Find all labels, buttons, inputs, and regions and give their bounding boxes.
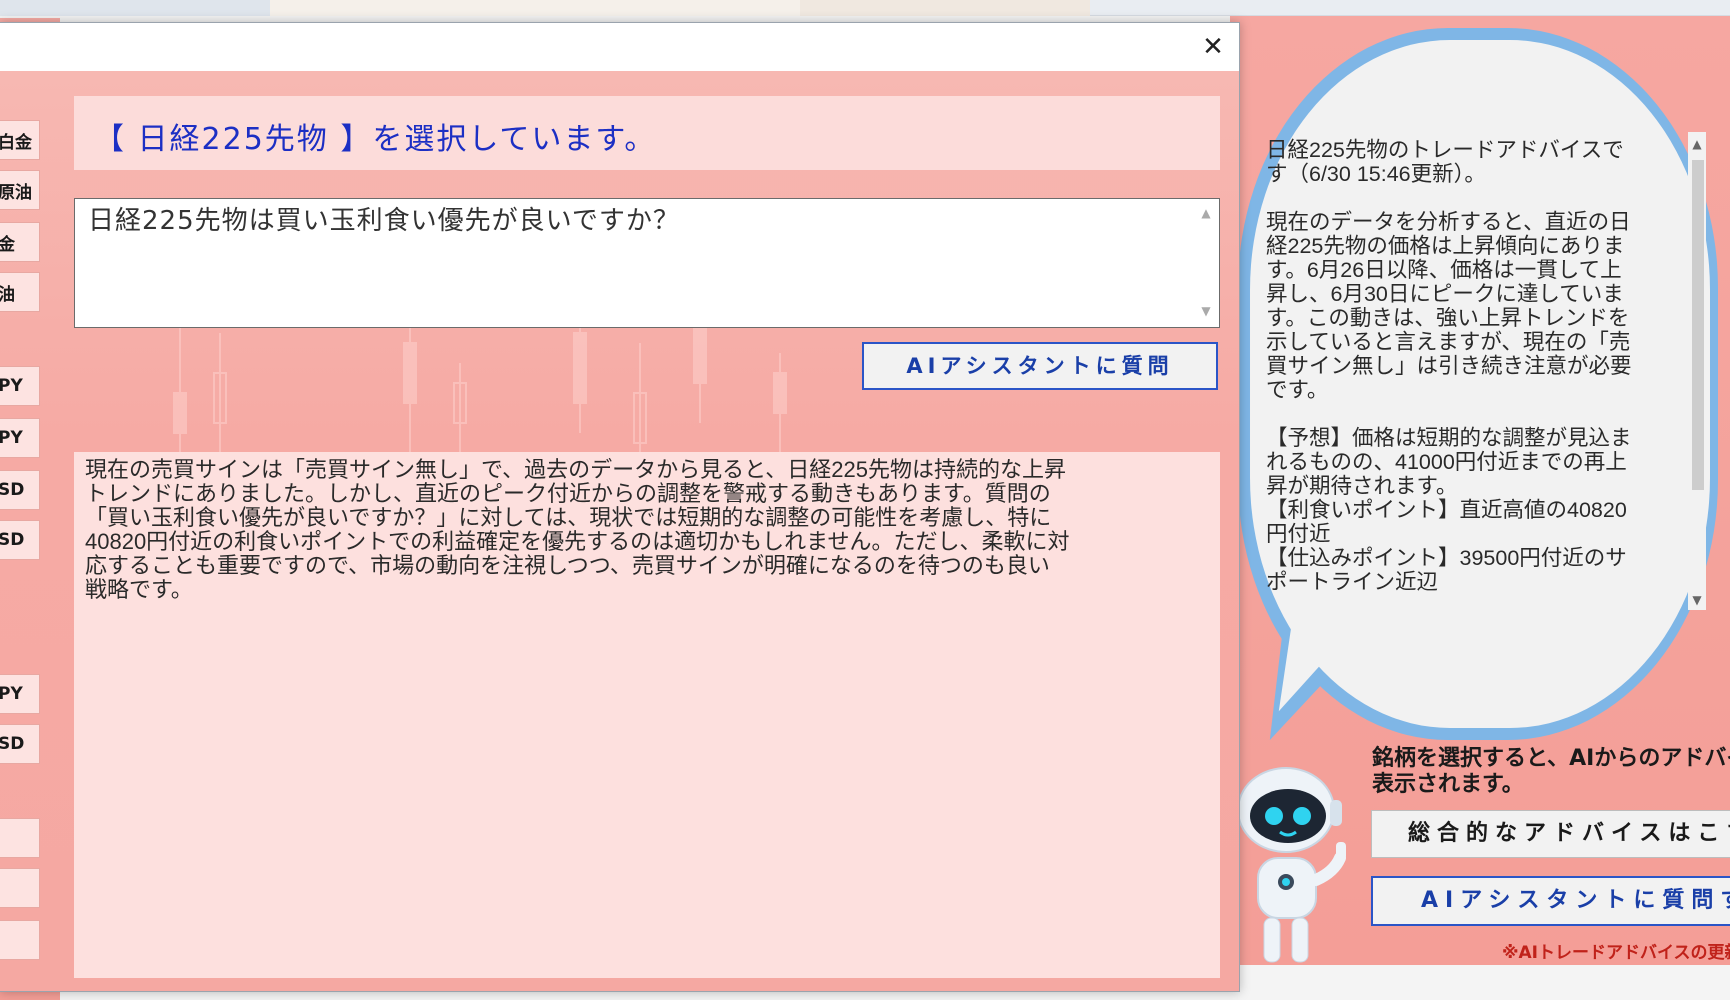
scroll-up-icon[interactable]: ▲ (1690, 136, 1704, 152)
instrument-button[interactable]: 金 (0, 222, 40, 262)
trade-advice-text: 日経225先物のトレードアドバイスで す（6/30 15:46更新）。 現在のデ… (1266, 138, 1632, 594)
close-icon[interactable]: ✕ (1190, 27, 1236, 67)
instrument-button[interactable]: 原油 (0, 170, 40, 210)
ask-ai-button[interactable]: AIアシスタントに質問 (862, 342, 1218, 390)
instrument-button[interactable]: SD (0, 724, 40, 764)
robot-mascot-icon (1237, 767, 1346, 963)
instrument-button[interactable]: PY (0, 418, 40, 458)
instrument-button[interactable]: SD (0, 520, 40, 560)
selected-instrument-title: 【 日経225先物 】を選択しています。 (94, 122, 657, 157)
update-notice: ※AIトレードアドバイスの更新 (1502, 943, 1730, 963)
scroll-down-icon[interactable]: ▼ (1198, 304, 1214, 320)
scroll-up-icon[interactable]: ▲ (1198, 206, 1214, 222)
instrument-button[interactable]: 油 (0, 272, 40, 312)
background-window-strip (0, 0, 1730, 16)
scroll-down-icon[interactable]: ▼ (1690, 592, 1704, 608)
instrument-button[interactable] (0, 818, 40, 858)
ask-ai-assistant-button[interactable]: AIアシスタントに質問する (1371, 876, 1730, 926)
selection-hint-text: 銘柄を選択すると、AIからのアドバイ 表示されます。 (1372, 746, 1730, 797)
instrument-button[interactable]: SD (0, 470, 40, 510)
overall-advice-button[interactable]: 総合的なアドバイスはこちら (1371, 810, 1730, 858)
instrument-button[interactable]: PY (0, 366, 40, 406)
instrument-button[interactable] (0, 868, 40, 908)
instrument-button[interactable]: 白金 (0, 120, 40, 160)
instrument-button[interactable]: PY (0, 674, 40, 714)
question-text[interactable]: 日経225先物は買い玉利食い優先が良いですか？ (88, 200, 1188, 237)
answer-text: 現在の売買サインは「売買サイン無し」で、過去のデータから見ると、日経225先物は… (85, 457, 1070, 602)
dialog-titlebar (0, 23, 1239, 71)
scroll-thumb[interactable] (1692, 160, 1704, 490)
advice-scrollbar[interactable]: ▲ ▼ (1688, 132, 1706, 610)
instrument-button[interactable] (0, 920, 40, 960)
background-bottom-strip (1240, 965, 1730, 1000)
question-scrollbar[interactable]: ▲ ▼ (1194, 200, 1218, 326)
